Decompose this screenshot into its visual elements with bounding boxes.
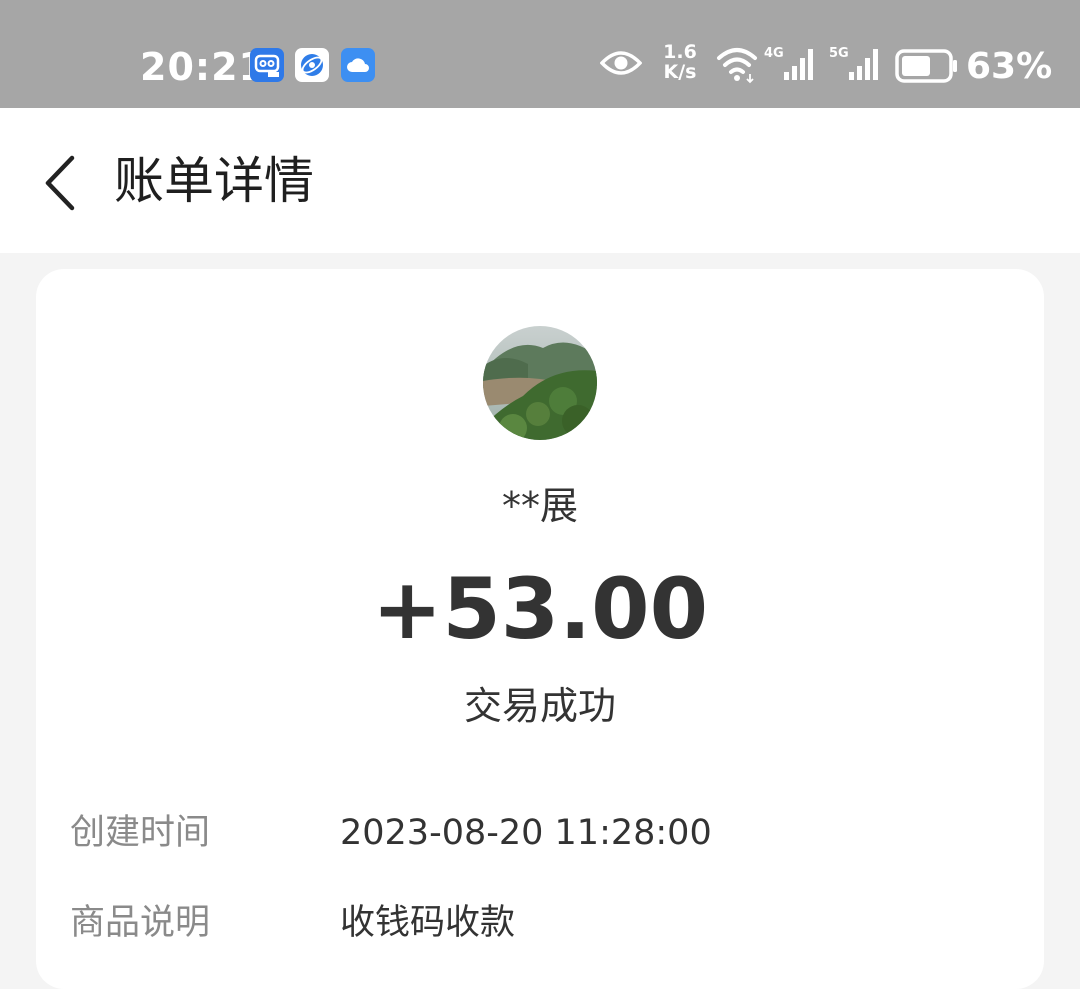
eye-icon — [599, 48, 643, 82]
back-button[interactable] — [30, 148, 90, 218]
transaction-amount: +53.00 — [371, 560, 709, 658]
battery-icon — [895, 49, 957, 83]
status-time: 20:21 — [140, 45, 266, 89]
detail-value: 收钱码收款 — [340, 903, 516, 943]
detail-value: 2023-08-20 11:28:00 — [340, 813, 712, 853]
app-header: 账单详情 — [0, 108, 1080, 253]
detail-row-description: 商品说明 收钱码收款 — [70, 896, 1010, 950]
payer-name: **展 — [501, 484, 578, 528]
detail-label: 商品说明 — [70, 903, 211, 943]
cloud-app-icon — [341, 48, 375, 82]
network-speed-value: 1.6 — [663, 41, 697, 63]
signal-4g-icon: 4G — [764, 46, 813, 80]
avatar-image — [483, 326, 597, 440]
messaging-app-icon — [250, 48, 284, 82]
network-speed-unit: K/s — [663, 61, 697, 83]
signal-4g-label: 4G — [764, 46, 784, 61]
signal-5g-label: 5G — [829, 46, 849, 61]
detail-row-created-time: 创建时间 2023-08-20 11:28:00 — [70, 806, 1010, 860]
battery-percent: 63% — [966, 46, 1053, 87]
detail-label: 创建时间 — [70, 813, 211, 853]
page-title: 账单详情 — [114, 152, 314, 210]
signal-5g-icon: 5G — [829, 46, 878, 80]
transaction-status: 交易成功 — [463, 684, 616, 728]
avatar[interactable] — [483, 326, 597, 440]
wifi-icon — [716, 46, 760, 88]
network-speed: 1.6 K/s — [660, 42, 700, 82]
browser-app-icon — [295, 48, 329, 82]
status-bar: 20:21 1.6 K/s 4G 5G 63% — [0, 0, 1080, 108]
chevron-left-icon — [45, 155, 75, 211]
bill-detail-card: **展 +53.00 交易成功 创建时间 2023-08-20 11:28:00… — [36, 269, 1044, 989]
